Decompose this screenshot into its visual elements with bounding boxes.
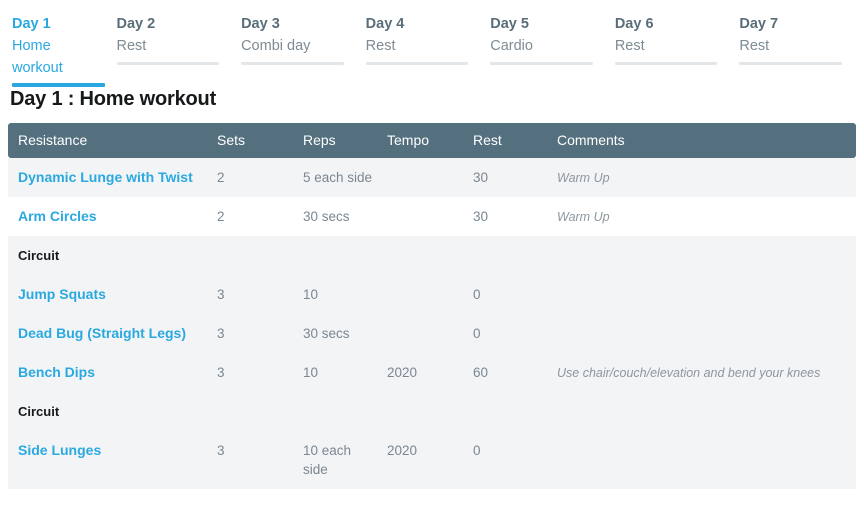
cell-resistance: Side Lunges — [8, 431, 217, 489]
cell-reps: 10 each side — [303, 431, 387, 489]
cell-resistance: Dynamic Lunge with Twist — [8, 158, 217, 197]
exercise-link[interactable]: Bench Dips — [18, 364, 95, 380]
cell-resistance: Bench Dips — [8, 353, 217, 392]
exercise-link[interactable]: Side Lunges — [18, 442, 101, 458]
exercise-link[interactable]: Dynamic Lunge with Twist — [18, 169, 193, 185]
tab-day-description: Home workout — [12, 38, 63, 76]
table-row: Side Lunges 3 10 each side 2020 0 — [8, 431, 856, 489]
page-title: Day 1 : Home workout — [10, 88, 217, 110]
comment-text: Warm Up — [557, 210, 610, 224]
cell-rest: 0 — [473, 314, 557, 353]
cell-sets: 3 — [217, 275, 303, 314]
table-row: Jump Squats 3 10 0 — [8, 275, 856, 314]
cell-tempo: 2020 — [387, 431, 473, 489]
cell-sets: 3 — [217, 314, 303, 353]
tab-day-2[interactable]: Day 2 Rest — [116, 14, 220, 65]
table-row: Dead Bug (Straight Legs) 3 30 secs 0 — [8, 314, 856, 353]
column-header-comments[interactable]: Comments — [557, 123, 856, 158]
table-row: Bench Dips 3 10 2020 60 Use chair/couch/eleva… — [8, 353, 856, 392]
cell-sets: 3 — [217, 353, 303, 392]
tab-underline — [365, 62, 469, 65]
cell-rest: 0 — [473, 275, 557, 314]
tab-underline — [241, 62, 344, 65]
column-header-resistance[interactable]: Resistance — [8, 123, 217, 158]
cell-tempo — [387, 158, 473, 197]
tab-day-label: Day 6 — [614, 16, 654, 32]
cell-rest: 0 — [473, 431, 557, 489]
tab-underline — [490, 62, 593, 65]
table-body: Dynamic Lunge with Twist 2 5 each side 30 Wa… — [8, 158, 856, 489]
tab-day-label: Day 2 — [116, 16, 156, 32]
cell-reps: 10 — [303, 353, 387, 392]
table-header-row: Resistance Sets Reps Tempo Rest Comments — [8, 123, 856, 158]
cell-tempo — [387, 314, 473, 353]
tab-day-label: Day 7 — [739, 16, 779, 32]
table-row: Dynamic Lunge with Twist 2 5 each side 30 Wa… — [8, 158, 856, 197]
tab-day-7[interactable]: Day 7 Rest — [739, 14, 842, 65]
cell-rest: 30 — [473, 158, 557, 197]
cell-reps: 5 each side — [303, 158, 387, 197]
circuit-cell: Circuit — [8, 392, 856, 431]
tab-day-label: Day 5 — [490, 16, 529, 32]
cell-comments — [557, 314, 856, 353]
circuit-group-row: Circuit — [8, 392, 856, 431]
cell-reps: 30 secs — [303, 314, 387, 353]
circuit-label: Circuit — [18, 248, 60, 263]
cell-sets: 2 — [217, 197, 303, 236]
tab-day-label: Day 4 — [365, 16, 405, 32]
tab-day-description: Rest — [116, 38, 147, 54]
cell-comments — [557, 275, 856, 314]
tab-underline — [739, 62, 842, 65]
exercise-link[interactable]: Jump Squats — [18, 286, 106, 302]
tab-day-4[interactable]: Day 4 Rest — [365, 14, 469, 65]
tab-day-description: Rest — [739, 38, 770, 54]
comment-text: Use chair/couch/elevation and bend your … — [557, 366, 821, 380]
cell-reps: 30 secs — [303, 197, 387, 236]
cell-rest: 30 — [473, 197, 557, 236]
day-tabs: Day 1 Home workout Day 2 Rest Day 3 Combi day… — [0, 0, 864, 87]
tab-underline — [614, 62, 718, 65]
cell-comments: Warm Up — [557, 158, 856, 197]
circuit-label: Circuit — [18, 404, 60, 419]
cell-reps: 10 — [303, 275, 387, 314]
cell-tempo — [387, 197, 473, 236]
tab-day-1[interactable]: Day 1 Home workout — [0, 14, 105, 87]
cell-rest: 60 — [473, 353, 557, 392]
cell-resistance: Jump Squats — [8, 275, 217, 314]
tab-day-3[interactable]: Day 3 Combi day — [241, 14, 344, 65]
cell-tempo — [387, 275, 473, 314]
cell-comments — [557, 431, 856, 489]
tab-day-description: Rest — [614, 38, 645, 54]
circuit-group-row: Circuit — [8, 236, 856, 275]
tab-day-5[interactable]: Day 5 Cardio — [490, 14, 593, 65]
cell-comments: Warm Up — [557, 197, 856, 236]
tab-day-description: Combi day — [241, 38, 311, 54]
exercise-link[interactable]: Arm Circles — [18, 208, 97, 224]
cell-resistance: Arm Circles — [8, 197, 217, 236]
tab-day-description: Rest — [365, 38, 396, 54]
column-header-reps[interactable]: Reps — [303, 123, 387, 158]
column-header-tempo[interactable]: Tempo — [387, 123, 473, 158]
column-header-sets[interactable]: Sets — [217, 123, 303, 158]
column-header-rest[interactable]: Rest — [473, 123, 557, 158]
tab-day-description: Cardio — [490, 38, 533, 54]
tab-underline — [116, 62, 220, 65]
cell-resistance: Dead Bug (Straight Legs) — [8, 314, 217, 353]
tab-underline — [12, 83, 105, 87]
circuit-cell: Circuit — [8, 236, 856, 275]
cell-comments: Use chair/couch/elevation and bend your … — [557, 353, 856, 392]
cell-tempo: 2020 — [387, 353, 473, 392]
exercise-link[interactable]: Dead Bug (Straight Legs) — [18, 325, 186, 341]
table-header: Resistance Sets Reps Tempo Rest Comments — [8, 123, 856, 158]
tab-day-label: Day 1 — [12, 16, 51, 32]
comment-text: Warm Up — [557, 171, 610, 185]
tab-day-6[interactable]: Day 6 Rest — [614, 14, 718, 65]
cell-sets: 3 — [217, 431, 303, 489]
cell-sets: 2 — [217, 158, 303, 197]
table-row: Arm Circles 2 30 secs 30 Warm Up — [8, 197, 856, 236]
tab-day-label: Day 3 — [241, 16, 280, 32]
workout-table: Resistance Sets Reps Tempo Rest Comments Dyna… — [8, 123, 856, 489]
